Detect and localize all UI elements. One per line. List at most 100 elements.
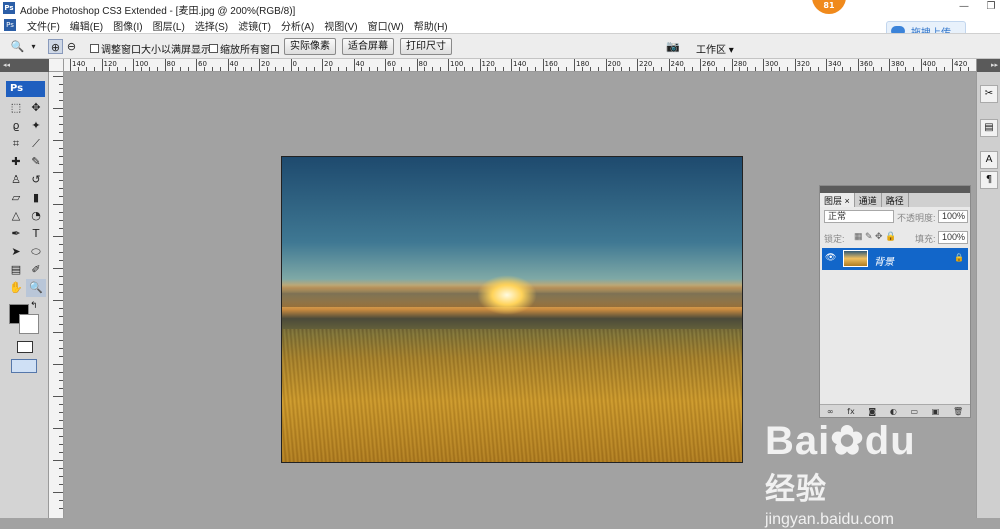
menu-window[interactable]: 窗口(W)	[363, 18, 409, 33]
layer-name[interactable]: 背景	[874, 253, 894, 268]
swatches-icon[interactable]: ▤	[980, 119, 998, 137]
ruler-tick	[59, 164, 63, 165]
ruler-label: 0	[293, 60, 297, 68]
opacity-input[interactable]: 100%	[938, 210, 968, 223]
zoom-icon[interactable]: 🔍	[26, 279, 46, 297]
eraser-icon[interactable]: ▱	[6, 189, 26, 207]
menu-file[interactable]: 文件(F)	[22, 18, 65, 33]
resize-windows-checkbox[interactable]: 调整窗口大小以满屏显示	[90, 41, 211, 56]
restore-icon[interactable]: ❐	[984, 0, 998, 14]
options-bar: 🔍 ▾ ⊕ ⊖ 调整窗口大小以满屏显示 缩放所有窗口 实际像素 适合屏幕 打印尺…	[0, 33, 1000, 59]
fx-icon[interactable]: fx	[847, 407, 855, 416]
checkbox-box[interactable]	[209, 44, 218, 53]
ruler-tick	[338, 67, 339, 71]
fit-screen-button[interactable]: 适合屏幕	[342, 38, 394, 55]
clone-stamp-icon[interactable]: ♙	[6, 171, 26, 189]
lock-icons[interactable]: ▦ ✎ ✥ 🔒	[854, 231, 896, 242]
healing-brush-icon[interactable]: ✚	[6, 153, 26, 171]
magic-wand-icon[interactable]: ✦	[26, 117, 46, 135]
crop-icon[interactable]: ⌗	[6, 135, 26, 153]
move-icon[interactable]: ✥	[26, 99, 46, 117]
ruler-tick	[59, 276, 63, 277]
ruler-tick	[267, 67, 268, 71]
marquee-icon[interactable]: ⬚	[6, 99, 26, 117]
tools-presets-icon[interactable]: ✂	[980, 85, 998, 103]
camera-icon[interactable]: 📷	[663, 39, 683, 54]
background-color-swatch[interactable]	[19, 314, 39, 334]
workspace-menu[interactable]: 工作区 ▾	[696, 41, 734, 56]
paragraph-icon[interactable]: ¶	[980, 171, 998, 189]
ruler-tick	[795, 59, 796, 71]
group-icon[interactable]: ▭	[911, 407, 919, 416]
menu-image[interactable]: 图像(I)	[108, 18, 147, 33]
layer-row[interactable]: 👁 背景 🔒	[822, 248, 968, 270]
ruler-tick	[424, 67, 425, 71]
notes-icon[interactable]: ▤	[6, 261, 26, 279]
expand-handle[interactable]: ▸▸	[977, 59, 1000, 72]
path-select-icon[interactable]: ➤	[6, 243, 26, 261]
menu-analysis[interactable]: 分析(A)	[276, 18, 319, 33]
adjustment-icon[interactable]: ◐	[890, 407, 897, 416]
screen-mode-icon[interactable]	[11, 359, 37, 373]
document-canvas[interactable]	[281, 156, 743, 463]
checkbox-box[interactable]	[90, 44, 99, 53]
dodge-icon[interactable]: ◔	[26, 207, 46, 225]
fill-input[interactable]: 100%	[938, 231, 968, 244]
ruler-label: 20	[324, 60, 333, 68]
swap-colors-icon[interactable]: ↰	[30, 301, 38, 311]
zoom-out-icon[interactable]: ⊖	[64, 39, 79, 54]
shape-icon[interactable]: ⬭	[26, 243, 46, 261]
eye-icon[interactable]: 👁	[825, 253, 836, 263]
ruler-tick	[53, 332, 63, 333]
character-icon[interactable]: A	[980, 151, 998, 169]
new-layer-icon[interactable]: ▣	[932, 407, 940, 416]
zoom-all-windows-checkbox[interactable]: 缩放所有窗口	[209, 41, 280, 56]
tab-paths[interactable]: 路径	[882, 193, 909, 207]
ruler-tick	[755, 67, 756, 71]
menu-filter[interactable]: 滤镜(T)	[233, 18, 276, 33]
tab-channels[interactable]: 通道	[855, 193, 882, 207]
menu-edit[interactable]: 编辑(E)	[65, 18, 108, 33]
trash-icon[interactable]: 🗑	[953, 407, 963, 416]
link-icon[interactable]: ∞	[827, 407, 834, 416]
blend-mode-select[interactable]: 正常	[824, 210, 894, 223]
hand-icon[interactable]: ✋	[6, 279, 26, 297]
ruler-tick	[204, 67, 205, 71]
type-icon[interactable]: T	[26, 225, 46, 243]
brush-icon[interactable]: ✎	[26, 153, 46, 171]
zoom-in-icon[interactable]: ⊕	[48, 39, 63, 54]
print-size-button[interactable]: 打印尺寸	[400, 38, 452, 55]
menu-help[interactable]: 帮助(H)	[409, 18, 453, 33]
ruler-tick	[346, 67, 347, 71]
lasso-icon[interactable]: ϱ	[6, 117, 26, 135]
menu-layer[interactable]: 图层(L)	[148, 18, 190, 33]
blur-icon[interactable]: △	[6, 207, 26, 225]
eyedropper-icon[interactable]: ✐	[26, 261, 46, 279]
app-menu-icon[interactable]: Ps	[4, 19, 16, 31]
ruler-tick	[921, 59, 922, 71]
layers-panel-titlebar[interactable]	[820, 186, 970, 193]
slice-icon[interactable]: ⟋	[26, 135, 46, 153]
quick-mask-icon[interactable]	[17, 341, 33, 353]
mask-icon[interactable]: ◙	[868, 407, 876, 416]
gradient-icon[interactable]: ▮	[26, 189, 46, 207]
pen-icon[interactable]: ✒	[6, 225, 26, 243]
zoom-tool-preset-icon[interactable]: 🔍	[10, 39, 25, 54]
menu-view[interactable]: 视图(V)	[319, 18, 362, 33]
ruler-tick	[59, 92, 63, 93]
ruler-tick	[566, 67, 567, 71]
collapse-handle[interactable]: ◂◂	[0, 59, 49, 72]
ruler-tick	[960, 67, 961, 71]
ruler-tick	[59, 252, 63, 253]
tab-layers[interactable]: 图层 ×	[820, 193, 855, 207]
ruler-tick	[417, 59, 418, 71]
workspace-label[interactable]: 工作区 ▾	[696, 41, 734, 56]
actual-pixels-button[interactable]: 实际像素	[284, 38, 336, 55]
ruler-tick	[842, 67, 843, 71]
chevron-down-icon[interactable]: ▾	[26, 39, 41, 54]
ruler-tick	[897, 67, 898, 71]
minimize-icon[interactable]: —	[957, 0, 971, 14]
history-brush-icon[interactable]: ↺	[26, 171, 46, 189]
ruler-tick	[228, 59, 229, 71]
menu-select[interactable]: 选择(S)	[190, 18, 233, 33]
